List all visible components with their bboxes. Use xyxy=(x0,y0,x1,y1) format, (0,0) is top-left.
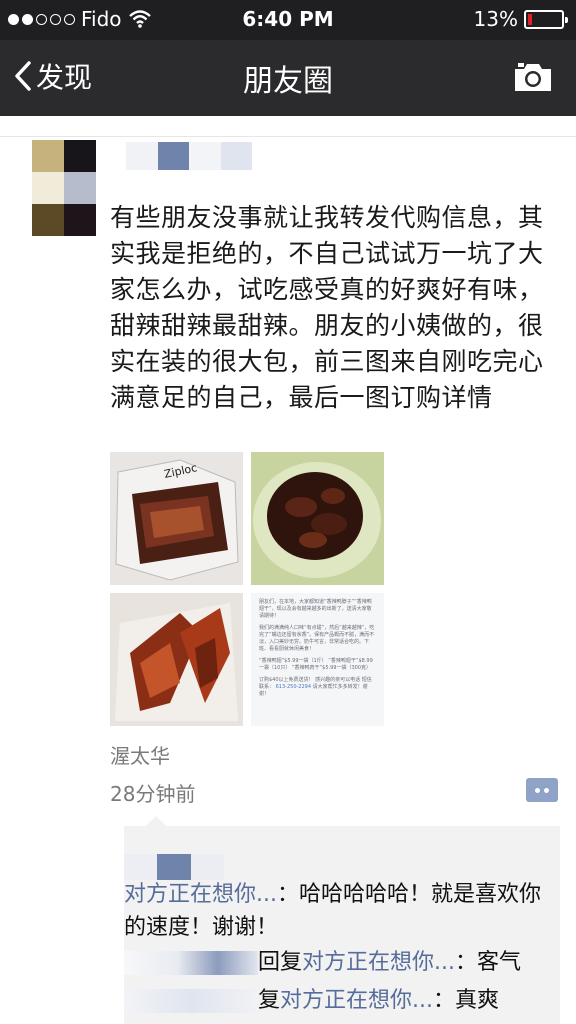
comment-pointer xyxy=(146,816,166,826)
commenter-name[interactable]: 对方正在想你... xyxy=(124,882,277,907)
replier-name-redacted xyxy=(124,951,258,975)
braised-duck-photo xyxy=(110,593,243,726)
post-time: 28分钟前 xyxy=(110,782,196,806)
photo-spicy-wings[interactable] xyxy=(251,452,384,585)
post-text: 有些朋友没事就让我转发代购信息，其实我是拒绝的，不自己试试万一坑了大家怎么办，试… xyxy=(110,203,544,412)
page-title: 朋友圈 xyxy=(243,64,333,99)
order-info-para1: 朋友们，在本地，大家都知道“香辣鸭脖子”“香辣鸭翅干”，现以及会有越来越多的出新… xyxy=(259,599,372,619)
reply-prefix: 复 xyxy=(258,988,281,1013)
snack-bag-photo: Ziploc xyxy=(110,452,243,585)
comment-item[interactable]: 复对方正在想你...：真爽 xyxy=(124,984,560,1017)
battery-level-fill xyxy=(528,13,532,25)
photo-grid: Ziploc 朋友们，在本地，大家都知道“香辣鸭脖子”“香辣鸭翅干”，现以及会有… xyxy=(110,452,386,728)
reply-prefix: 回复 xyxy=(258,950,303,975)
dot-icon xyxy=(544,787,549,793)
comment-menu-button[interactable] xyxy=(526,778,558,802)
spicy-wings-plate-photo xyxy=(251,452,384,585)
comment-text: ：真爽 xyxy=(433,988,500,1013)
battery-icon xyxy=(524,9,568,29)
comment-text: ：客气 xyxy=(455,950,522,975)
replier-name-redacted xyxy=(124,989,258,1013)
order-info-prices: “香辣鸭翅”$5.99一袋（1斤） “香辣鸭翅干”$8.99一袋（10只） “香… xyxy=(259,658,373,671)
divider xyxy=(0,136,576,137)
moments-feed[interactable]: 有些朋友没事就让我转发代购信息，其实我是拒绝的，不自己试试万一坑了大家怎么办，试… xyxy=(0,116,576,1024)
photo-braised-duck[interactable] xyxy=(110,593,243,726)
battery-group: 13% xyxy=(473,7,568,31)
comment-item[interactable]: 对方正在想你...：哈哈哈哈哈！就是喜欢你的速度！谢谢！ xyxy=(124,878,560,944)
order-info-phone: 613-250-2294 xyxy=(275,684,312,690)
status-bar: Fido 6:40 PM 13% xyxy=(0,0,576,40)
commenter-name[interactable]: 对方正在想你... xyxy=(302,950,455,975)
avatar[interactable] xyxy=(32,140,96,236)
likes-redacted xyxy=(124,854,224,880)
nav-bar: 发现 朋友圈 xyxy=(0,40,576,116)
photo-snack-bag[interactable]: Ziploc xyxy=(110,452,243,585)
dot-icon xyxy=(535,787,540,793)
commenter-name[interactable]: 对方正在想你... xyxy=(280,988,433,1013)
battery-percent: 13% xyxy=(473,7,518,31)
author-name-redacted[interactable] xyxy=(126,142,252,170)
comment-item[interactable]: 回复对方正在想你...：客气 xyxy=(124,946,560,979)
order-info-para2: 我们的满满纯人口味“有点甜”，然后“越来越辣”，吃完了“嘴边还留有余香”。保有产… xyxy=(259,625,375,652)
post-location[interactable]: 渥太华 xyxy=(110,740,170,769)
comment-section: 对方正在想你...：哈哈哈哈哈！就是喜欢你的速度！谢谢！ 回复对方正在想你...… xyxy=(124,816,560,1024)
photo-order-info[interactable]: 朋友们，在本地，大家都知道“香辣鸭脖子”“香辣鸭翅干”，现以及会有越来越多的出新… xyxy=(251,593,384,726)
camera-icon[interactable] xyxy=(512,60,554,94)
